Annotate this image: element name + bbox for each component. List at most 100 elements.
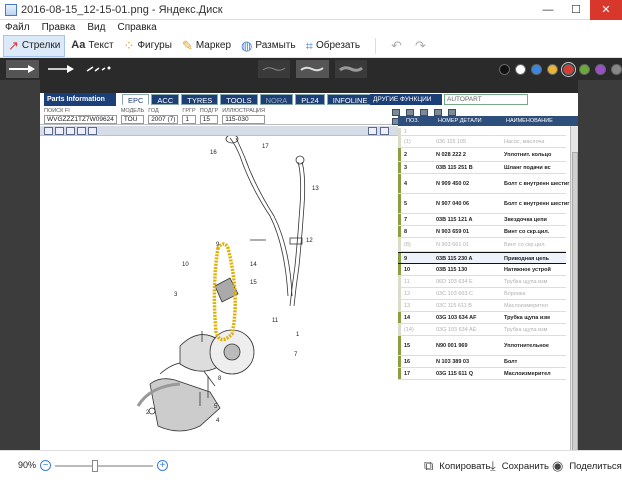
color-swatch[interactable] <box>560 61 576 77</box>
menu-bar: Файл Правка Вид Справка <box>0 20 622 34</box>
tool-arrows[interactable]: ↗ Стрелки <box>3 34 66 57</box>
color-swatch[interactable] <box>594 63 606 75</box>
wave-thick-icon <box>339 66 363 72</box>
row-name: Винт со скр.цил. <box>504 241 546 248</box>
share-label: Поделиться <box>569 460 622 472</box>
zoom-slider-handle[interactable] <box>92 460 98 472</box>
row-marker <box>398 324 401 335</box>
save-button[interactable]: ⤓ Сохранить <box>490 457 549 475</box>
row-pos: 12 <box>404 290 411 297</box>
style-bar <box>0 58 622 80</box>
row-pos: 8 <box>404 228 408 235</box>
row-marker <box>398 253 401 263</box>
zoom-out-icon <box>55 127 64 135</box>
callout-label: 12 <box>306 238 313 244</box>
arrow-style-3[interactable] <box>83 60 116 78</box>
menu-view[interactable]: Вид <box>87 22 105 33</box>
epc-action-icon <box>420 109 428 116</box>
tool-crop[interactable]: ⌗ Обрезать <box>302 35 364 57</box>
row-pos: 14 <box>404 314 411 321</box>
menu-edit[interactable]: Правка <box>42 22 76 33</box>
row-pos: 5 <box>404 200 408 207</box>
arrow-style-2[interactable] <box>45 60 78 78</box>
color-swatch[interactable] <box>546 63 558 75</box>
zoom-in-button[interactable]: + <box>157 460 168 471</box>
menu-help[interactable]: Справка <box>117 22 156 33</box>
table-row: 13 03C 115 611 B Маслоизмерител <box>398 300 566 312</box>
tool-marker[interactable]: ✎ Маркер <box>178 35 235 57</box>
row-num: N90 001 969 <box>436 342 468 349</box>
screenshot-image: Parts Information EPC ACC TYRES TOOLS NO… <box>40 80 578 450</box>
line-width-thin[interactable] <box>257 60 291 78</box>
undo-icon: ↶ <box>391 38 402 53</box>
row-marker <box>398 148 401 161</box>
epc-field: МОДЕЛЬ TOU <box>120 108 145 124</box>
row-marker <box>398 128 401 135</box>
window-title: 2016-08-15_12-15-01.png - Яндекс.Диск <box>21 3 223 16</box>
undo-button[interactable]: ↶ <box>387 35 409 57</box>
row-num: 03B 115 251 B <box>436 164 473 171</box>
zoom-slider[interactable] <box>55 465 153 467</box>
minimize-button[interactable]: — <box>534 0 562 20</box>
arrow-style-1[interactable] <box>6 60 39 78</box>
row-num: 03B 115 121 A <box>436 216 473 223</box>
row-marker <box>398 226 401 237</box>
arrow-style-icon <box>9 65 36 73</box>
row-name: Звездочка цепи <box>504 216 547 223</box>
epc-brand: Parts Information <box>44 93 116 106</box>
split-view-icon <box>368 127 377 135</box>
row-pos: 4 <box>404 180 408 187</box>
callout-label: 1 <box>296 332 300 338</box>
table-row: 14 03G 103 634 AF Трубка щупа изм <box>398 312 566 324</box>
callout-label: 13 <box>312 186 319 192</box>
divider <box>375 37 377 54</box>
redo-button[interactable]: ↷ <box>411 35 433 57</box>
epc-field: ГОД 2007 (7) <box>148 108 179 124</box>
epc-tab-tyres: TYRES <box>181 94 219 105</box>
tool-shapes-label: Фигуры <box>137 40 172 51</box>
color-swatch[interactable] <box>514 63 526 75</box>
epc-tab-epc: EPC <box>122 94 150 105</box>
tool-text[interactable]: Aa Текст <box>67 35 117 57</box>
color-swatch[interactable] <box>610 63 622 75</box>
epc-action-icon <box>434 109 442 116</box>
table-row: 16 N 103 389 03 Болт <box>398 356 566 368</box>
callout-label: 8 <box>218 376 222 382</box>
callout-label: 14 <box>250 262 257 268</box>
callout-label: 4 <box>216 418 220 424</box>
row-pos: 13 <box>404 302 411 309</box>
line-width-thick[interactable] <box>334 60 368 78</box>
copy-button[interactable]: ⧉ Копировать <box>424 457 490 475</box>
color-swatch[interactable] <box>530 63 542 75</box>
crop-icon: ⌗ <box>305 38 313 53</box>
epc-tab-nora: NORA <box>259 94 294 105</box>
epc-functions-menu: ДРУГИЕ ФУНКЦИИ <box>370 94 442 105</box>
line-width-medium[interactable] <box>296 60 329 78</box>
share-button[interactable]: ◉ Поделиться <box>552 457 622 475</box>
text-icon: Aa <box>71 39 86 51</box>
tool-shapes[interactable]: ⁘ Фигуры <box>120 35 176 57</box>
zoom-fit-icon <box>66 127 75 135</box>
row-num: 03G 103 634 AE <box>436 326 477 333</box>
row-num: N 028 222 2 <box>436 151 466 158</box>
copy-icon: ⧉ <box>424 458 434 473</box>
maximize-button[interactable]: ☐ <box>562 0 590 20</box>
table-row: 9 03B 115 230 A Приводная цепь <box>398 252 566 264</box>
callout-label: 16 <box>210 150 217 156</box>
col-number-header: НОМЕР ДЕТАЛИ <box>436 116 482 126</box>
table-row: 2 N 028 222 2 Уплотнит. кольцо <box>398 148 566 162</box>
row-num: N 909 450 02 <box>436 180 470 187</box>
menu-file[interactable]: Файл <box>5 22 30 33</box>
row-marker <box>398 368 401 379</box>
tool-blur[interactable]: ◍ Размыть <box>237 35 300 57</box>
share-icon: ◉ <box>552 458 564 473</box>
field-label: ПОДГР <box>199 108 219 114</box>
close-button[interactable]: ✕ <box>590 0 622 20</box>
color-swatch[interactable] <box>498 63 510 75</box>
epc-action-icon <box>448 109 456 116</box>
zoom-out-button[interactable]: − <box>40 460 51 471</box>
status-bar: 90% − + ⧉ Копировать ⤓ Сохранить ◉ Поделить… <box>0 450 622 480</box>
row-pos: (8) <box>404 241 411 248</box>
color-swatch[interactable] <box>578 63 590 75</box>
callout-label: 7 <box>294 352 298 358</box>
